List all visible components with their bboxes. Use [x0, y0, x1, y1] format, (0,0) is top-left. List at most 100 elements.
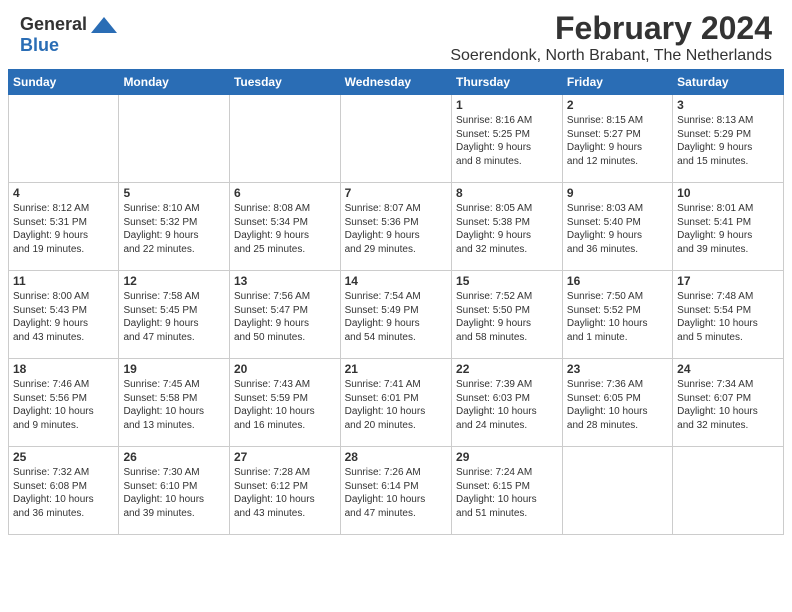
- calendar-cell: 8Sunrise: 8:05 AM Sunset: 5:38 PM Daylig…: [452, 183, 563, 271]
- calendar-cell: 15 Sunrise: 7:52 AM Sunset: 5:50 PM Dayli…: [452, 271, 563, 359]
- logo-blue: Blue: [20, 35, 59, 56]
- logo-general: General: [20, 14, 87, 35]
- calendar-cell: [119, 95, 230, 183]
- cell-day-number: 26: [123, 450, 225, 464]
- calendar-cell: 16 Sunrise: 7:50 AM Sunset: 5:52 PM Dayli…: [562, 271, 672, 359]
- calendar-cell: [229, 95, 340, 183]
- cell-day-number: 4: [13, 186, 114, 200]
- calendar-cell: 17 Sunrise: 7:48 AM Sunset: 5:54 PM Dayli…: [673, 271, 784, 359]
- cell-day-number: 29: [456, 450, 558, 464]
- calendar-cell: 4 Sunrise: 8:12 AM Sunset: 5:31 PM Daylig…: [9, 183, 119, 271]
- calendar-cell: 28Sunrise: 7:26 AM Sunset: 6:14 PM Dayli…: [340, 447, 451, 535]
- cell-day-info: Sunrise: 8:03 AM Sunset: 5:40 PM Dayligh…: [567, 202, 668, 256]
- cell-day-number: 11: [13, 274, 114, 288]
- calendar-cell: 7 Sunrise: 8:07 AM Sunset: 5:36 PM Daylig…: [340, 183, 451, 271]
- day-header-monday: Monday: [119, 70, 230, 95]
- cell-day-number: 9: [567, 186, 668, 200]
- calendar-cell: 21 Sunrise: 7:41 AM Sunset: 6:01 PM Dayli…: [340, 359, 451, 447]
- cell-day-info: Sunrise: 8:00 AM Sunset: 5:43 PM Dayligh…: [13, 290, 114, 344]
- cell-day-info: Sunrise: 7:30 AM Sunset: 6:10 PM Dayligh…: [123, 466, 225, 520]
- cell-day-number: 3: [677, 98, 779, 112]
- cell-day-number: 15: [456, 274, 558, 288]
- cell-day-info: Sunrise: 7:41 AM Sunset: 6:01 PM Dayligh…: [345, 378, 447, 432]
- calendar-table: SundayMondayTuesdayWednesdayThursdayFrid…: [8, 69, 784, 535]
- calendar-cell: 18 Sunrise: 7:46 AM Sunset: 5:56 PM Dayli…: [9, 359, 119, 447]
- calendar-header: SundayMondayTuesdayWednesdayThursdayFrid…: [9, 70, 784, 95]
- cell-day-number: 10: [677, 186, 779, 200]
- cell-day-number: 18: [13, 362, 114, 376]
- cell-day-info: Sunrise: 7:24 AM Sunset: 6:15 PM Dayligh…: [456, 466, 558, 520]
- title-month: February 2024: [450, 10, 772, 47]
- cell-day-number: 21: [345, 362, 447, 376]
- calendar-week-0: 1Sunrise: 8:16 AM Sunset: 5:25 PM Daylig…: [9, 95, 784, 183]
- cell-day-number: 12: [123, 274, 225, 288]
- day-header-friday: Friday: [562, 70, 672, 95]
- cell-day-info: Sunrise: 8:10 AM Sunset: 5:32 PM Dayligh…: [123, 202, 225, 256]
- cell-day-info: Sunrise: 7:50 AM Sunset: 5:52 PM Dayligh…: [567, 290, 668, 344]
- day-header-wednesday: Wednesday: [340, 70, 451, 95]
- calendar-cell: 29 Sunrise: 7:24 AM Sunset: 6:15 PM Dayli…: [452, 447, 563, 535]
- day-header-thursday: Thursday: [452, 70, 563, 95]
- calendar-cell: 19 Sunrise: 7:45 AM Sunset: 5:58 PM Dayli…: [119, 359, 230, 447]
- cell-day-info: Sunrise: 8:12 AM Sunset: 5:31 PM Dayligh…: [13, 202, 114, 256]
- cell-day-number: 17: [677, 274, 779, 288]
- page-header: General Blue February 2024 Soerendonk, N…: [0, 0, 792, 69]
- day-header-saturday: Saturday: [673, 70, 784, 95]
- day-header-tuesday: Tuesday: [229, 70, 340, 95]
- cell-day-info: Sunrise: 7:46 AM Sunset: 5:56 PM Dayligh…: [13, 378, 114, 432]
- cell-day-info: Sunrise: 7:45 AM Sunset: 5:58 PM Dayligh…: [123, 378, 225, 432]
- cell-day-number: 24: [677, 362, 779, 376]
- calendar-cell: 14Sunrise: 7:54 AM Sunset: 5:49 PM Dayli…: [340, 271, 451, 359]
- header-row: SundayMondayTuesdayWednesdayThursdayFrid…: [9, 70, 784, 95]
- cell-day-number: 20: [234, 362, 336, 376]
- calendar-cell: 2 Sunrise: 8:15 AM Sunset: 5:27 PM Daylig…: [562, 95, 672, 183]
- cell-day-number: 16: [567, 274, 668, 288]
- cell-day-info: Sunrise: 7:26 AM Sunset: 6:14 PM Dayligh…: [345, 466, 447, 520]
- cell-day-number: 1: [456, 98, 558, 112]
- cell-day-number: 22: [456, 362, 558, 376]
- cell-day-info: Sunrise: 7:52 AM Sunset: 5:50 PM Dayligh…: [456, 290, 558, 344]
- calendar-cell: 12 Sunrise: 7:58 AM Sunset: 5:45 PM Dayli…: [119, 271, 230, 359]
- cell-day-info: Sunrise: 8:13 AM Sunset: 5:29 PM Dayligh…: [677, 114, 779, 168]
- calendar-week-2: 11 Sunrise: 8:00 AM Sunset: 5:43 PM Dayli…: [9, 271, 784, 359]
- calendar-cell: 27Sunrise: 7:28 AM Sunset: 6:12 PM Dayli…: [229, 447, 340, 535]
- cell-day-number: 2: [567, 98, 668, 112]
- calendar-cell: 23Sunrise: 7:36 AM Sunset: 6:05 PM Dayli…: [562, 359, 672, 447]
- calendar-cell: 3 Sunrise: 8:13 AM Sunset: 5:29 PM Daylig…: [673, 95, 784, 183]
- calendar-body: 1Sunrise: 8:16 AM Sunset: 5:25 PM Daylig…: [9, 95, 784, 535]
- calendar-cell: [673, 447, 784, 535]
- calendar-cell: [562, 447, 672, 535]
- cell-day-info: Sunrise: 7:48 AM Sunset: 5:54 PM Dayligh…: [677, 290, 779, 344]
- logo: General Blue: [20, 10, 119, 56]
- cell-day-number: 7: [345, 186, 447, 200]
- cell-day-number: 13: [234, 274, 336, 288]
- cell-day-info: Sunrise: 7:58 AM Sunset: 5:45 PM Dayligh…: [123, 290, 225, 344]
- calendar-cell: 11 Sunrise: 8:00 AM Sunset: 5:43 PM Dayli…: [9, 271, 119, 359]
- cell-day-number: 25: [13, 450, 114, 464]
- calendar-cell: 22Sunrise: 7:39 AM Sunset: 6:03 PM Dayli…: [452, 359, 563, 447]
- cell-day-info: Sunrise: 7:56 AM Sunset: 5:47 PM Dayligh…: [234, 290, 336, 344]
- cell-day-info: Sunrise: 8:01 AM Sunset: 5:41 PM Dayligh…: [677, 202, 779, 256]
- cell-day-info: Sunrise: 8:05 AM Sunset: 5:38 PM Dayligh…: [456, 202, 558, 256]
- calendar-cell: 6 Sunrise: 8:08 AM Sunset: 5:34 PM Daylig…: [229, 183, 340, 271]
- cell-day-info: Sunrise: 8:08 AM Sunset: 5:34 PM Dayligh…: [234, 202, 336, 256]
- cell-day-info: Sunrise: 8:07 AM Sunset: 5:36 PM Dayligh…: [345, 202, 447, 256]
- logo-icon: [89, 15, 119, 35]
- cell-day-info: Sunrise: 7:34 AM Sunset: 6:07 PM Dayligh…: [677, 378, 779, 432]
- calendar-cell: 20 Sunrise: 7:43 AM Sunset: 5:59 PM Dayli…: [229, 359, 340, 447]
- calendar-cell: 25 Sunrise: 7:32 AM Sunset: 6:08 PM Dayli…: [9, 447, 119, 535]
- cell-day-info: Sunrise: 7:43 AM Sunset: 5:59 PM Dayligh…: [234, 378, 336, 432]
- calendar-cell: 13 Sunrise: 7:56 AM Sunset: 5:47 PM Dayli…: [229, 271, 340, 359]
- calendar-cell: [340, 95, 451, 183]
- calendar-cell: 26 Sunrise: 7:30 AM Sunset: 6:10 PM Dayli…: [119, 447, 230, 535]
- cell-day-number: 5: [123, 186, 225, 200]
- cell-day-info: Sunrise: 7:32 AM Sunset: 6:08 PM Dayligh…: [13, 466, 114, 520]
- cell-day-info: Sunrise: 7:54 AM Sunset: 5:49 PM Dayligh…: [345, 290, 447, 344]
- cell-day-number: 19: [123, 362, 225, 376]
- calendar-cell: 9 Sunrise: 8:03 AM Sunset: 5:40 PM Daylig…: [562, 183, 672, 271]
- cell-day-number: 6: [234, 186, 336, 200]
- cell-day-info: Sunrise: 8:15 AM Sunset: 5:27 PM Dayligh…: [567, 114, 668, 168]
- calendar-container: SundayMondayTuesdayWednesdayThursdayFrid…: [0, 69, 792, 543]
- calendar-cell: 5 Sunrise: 8:10 AM Sunset: 5:32 PM Daylig…: [119, 183, 230, 271]
- calendar-week-3: 18 Sunrise: 7:46 AM Sunset: 5:56 PM Dayli…: [9, 359, 784, 447]
